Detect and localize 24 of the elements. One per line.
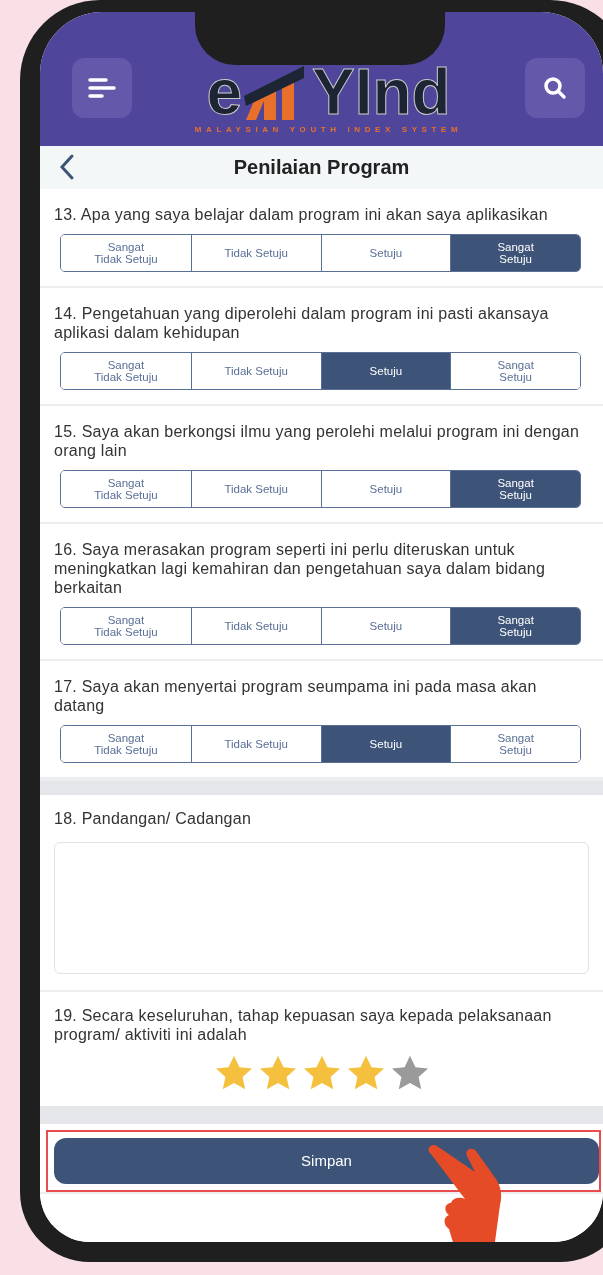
answer-option[interactable]: Sangat Setuju: [450, 607, 580, 644]
back-icon[interactable]: [58, 153, 76, 182]
logo-tagline: MALAYSIAN YOUTH INDEX SYSTEM: [194, 124, 463, 134]
logo-text: YInd: [311, 61, 451, 122]
answer-option[interactable]: Sangat Setuju: [450, 725, 580, 762]
page-title: Penilaian Program: [233, 155, 410, 179]
search-button[interactable]: [525, 57, 585, 118]
question-text: 18. Pandangan/ Cadangan: [54, 808, 253, 828]
answer-option[interactable]: Sangat Setuju: [450, 352, 580, 389]
logo-text: e: [206, 61, 242, 122]
answer-option[interactable]: Sangat Setuju: [450, 470, 580, 507]
question-text: 14. Pengetahuan yang diperolehi dalam program ini pasti akansaya aplikasi dalam kehidupan: [54, 303, 550, 342]
save-button[interactable]: Simpan: [54, 1137, 599, 1184]
question-text: 16. Saya merasakan program seperti ini perlu diteruskan untuk meningkatkan lagi kemahiran dan pengetahuan saya dalam bidang berkaitan: [54, 539, 547, 597]
question-text: 15. Saya akan berkongsi ilmu yang perolehi melalui program ini dengan orang lain: [54, 421, 581, 460]
question-text: 17. Saya akan menyertai program seumpama ini pada masa akan datang: [54, 676, 538, 715]
search-icon: [542, 74, 568, 101]
question-text: 13. Apa yang saya belajar dalam program ini akan saya aplikasikan: [54, 204, 549, 224]
answer-option[interactable]: Sangat Setuju: [450, 234, 580, 271]
question-text: 19. Secara keseluruhan, tahap kepuasan saya kepada pelaksanaan program/ aktiviti ini adalah: [54, 1005, 553, 1044]
comment-input-field[interactable]: [54, 841, 589, 974]
answer-option[interactable]: Setuju: [320, 725, 451, 762]
menu-button[interactable]: [72, 57, 132, 118]
answer-option[interactable]: Setuju: [320, 352, 451, 389]
